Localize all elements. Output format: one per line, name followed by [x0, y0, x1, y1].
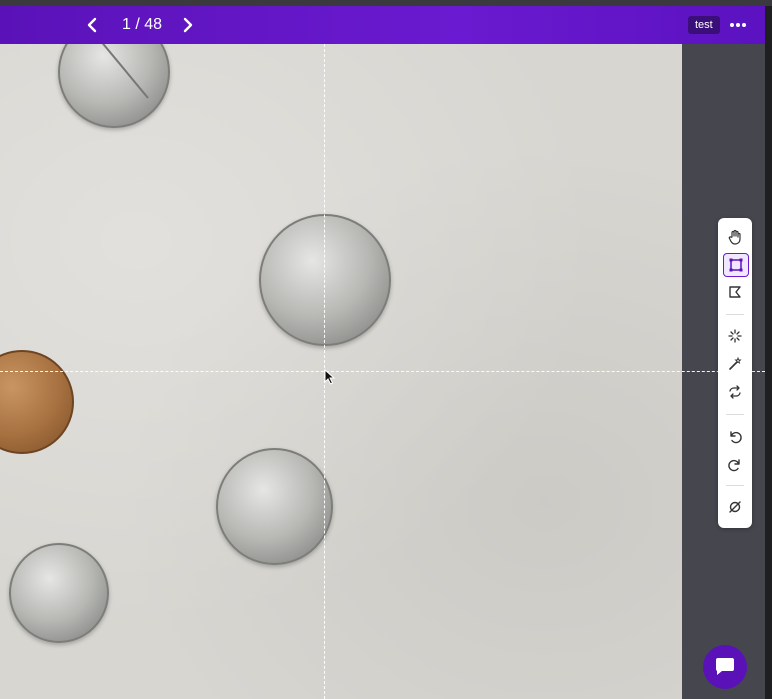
coin-image: [216, 448, 333, 565]
null-annotation-button[interactable]: [723, 496, 747, 518]
annotation-toolbar: [718, 218, 752, 528]
window-right-edge: [765, 6, 772, 699]
chat-bubble-icon: [715, 658, 734, 675]
bounding-box-icon: [729, 258, 743, 272]
repeat-tool-button[interactable]: [723, 381, 747, 403]
bounding-box-tool-button[interactable]: [723, 253, 749, 277]
more-horizontal-icon: [730, 23, 746, 27]
page-indicator: 1 / 48: [110, 6, 174, 44]
coin-image: [58, 44, 170, 128]
project-tag[interactable]: test: [688, 16, 720, 34]
redo-button[interactable]: [723, 453, 747, 475]
toolbar-divider: [726, 485, 744, 486]
magic-wand-tool-button[interactable]: [723, 353, 747, 375]
next-image-button[interactable]: [174, 6, 202, 44]
coin-image: [0, 350, 74, 454]
polygon-icon: [729, 286, 741, 298]
hand-icon: [728, 229, 741, 245]
coin-image: [9, 543, 109, 643]
chevron-left-icon: [87, 17, 97, 33]
toolbar-divider: [726, 414, 744, 415]
pan-tool-button[interactable]: [723, 226, 747, 248]
repeat-icon: [729, 385, 741, 399]
undo-button[interactable]: [723, 425, 747, 447]
top-bar: 1 / 48 test: [0, 6, 765, 44]
magic-wand-icon: [729, 356, 742, 370]
redo-icon: [728, 459, 740, 472]
prev-image-button[interactable]: [78, 6, 106, 44]
mouse-pointer-icon: [324, 368, 336, 390]
page-total: 48: [144, 16, 163, 33]
null-icon: [729, 501, 741, 513]
coin-image: [259, 214, 391, 346]
chat-support-button[interactable]: [703, 645, 747, 689]
polygon-tool-button[interactable]: [723, 281, 747, 303]
undo-icon: [730, 431, 742, 444]
toolbar-divider: [726, 314, 744, 315]
more-options-button[interactable]: [724, 14, 752, 36]
smart-select-tool-button[interactable]: [723, 325, 747, 347]
page-current: 1: [121, 16, 131, 33]
page-separator: /: [135, 16, 140, 33]
smart-select-icon: [728, 329, 742, 343]
crosshair-horizontal: [0, 371, 765, 372]
chevron-right-icon: [183, 17, 193, 33]
